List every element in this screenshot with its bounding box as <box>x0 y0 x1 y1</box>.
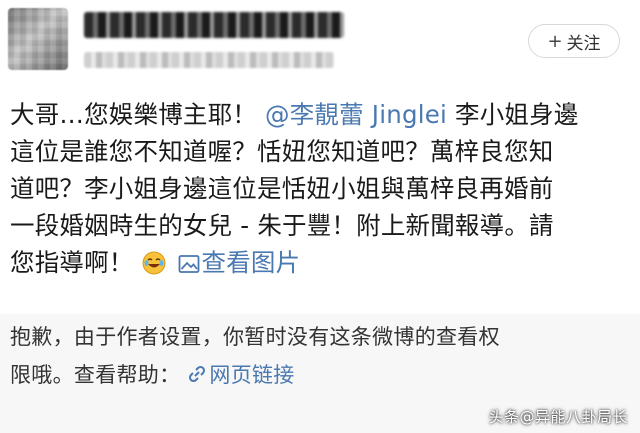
link-icon <box>189 365 206 383</box>
laugh-cry-emoji-icon <box>142 251 165 275</box>
weibo-post-card: + 关注 大哥…您娛樂博主耶！ @李靚蕾 Jinglei 李小姐身邊 這位是誰您… <box>0 0 640 314</box>
web-link-label: 网页链接 <box>209 363 295 387</box>
post-line-3: 道吧？李小姐身邊這位是恬妞小姐與萬梓良再婚前 <box>10 174 554 203</box>
view-image-label: 查看图片 <box>201 248 301 277</box>
post-line-5-text: 您指導啊！ <box>10 248 134 277</box>
username-redacted[interactable] <box>84 12 344 38</box>
watermark: 头条@异能八卦局长 <box>488 408 628 426</box>
follow-label: 关注 <box>566 33 601 54</box>
plus-icon: + <box>547 30 563 52</box>
image-icon <box>178 255 199 273</box>
post-line-4: 一段婚姻時生的女兒 - 朱于豐！附上新聞報導。請 <box>10 211 554 240</box>
post-meta-redacted <box>84 52 334 68</box>
notice-line-2: 限哦。查看帮助： 网页链接 <box>10 356 630 394</box>
mention-link[interactable]: @李靚蕾 Jinglei <box>265 100 447 129</box>
post-line-1-text: 大哥…您娛樂博主耶！ <box>10 100 257 129</box>
post-line-2: 這位是誰您不知道喔？恬妞您知道吧？萬梓良您知 <box>10 137 554 166</box>
view-image-link[interactable]: 查看图片 <box>178 248 301 277</box>
post-line-1: 大哥…您娛樂博主耶！ @李靚蕾 Jinglei 李小姐身邊 <box>10 96 630 133</box>
post-line-5: 您指導啊！ 查看图片 <box>10 244 630 281</box>
post-text: 大哥…您娛樂博主耶！ @李靚蕾 Jinglei 李小姐身邊 這位是誰您不知道喔？… <box>10 96 630 281</box>
follow-button[interactable]: + 关注 <box>528 24 620 58</box>
web-link[interactable]: 网页链接 <box>187 363 294 387</box>
avatar[interactable] <box>8 8 68 70</box>
restriction-notice: 抱歉，由于作者设置，你暂时没有这条微博的查看权 限哦。查看帮助： 网页链接 <box>10 318 630 394</box>
notice-line-2-text: 限哦。查看帮助： <box>10 363 181 387</box>
post-line-1-tail: 李小姐身邊 <box>455 100 579 129</box>
notice-line-1: 抱歉，由于作者设置，你暂时没有这条微博的查看权 <box>10 325 500 349</box>
